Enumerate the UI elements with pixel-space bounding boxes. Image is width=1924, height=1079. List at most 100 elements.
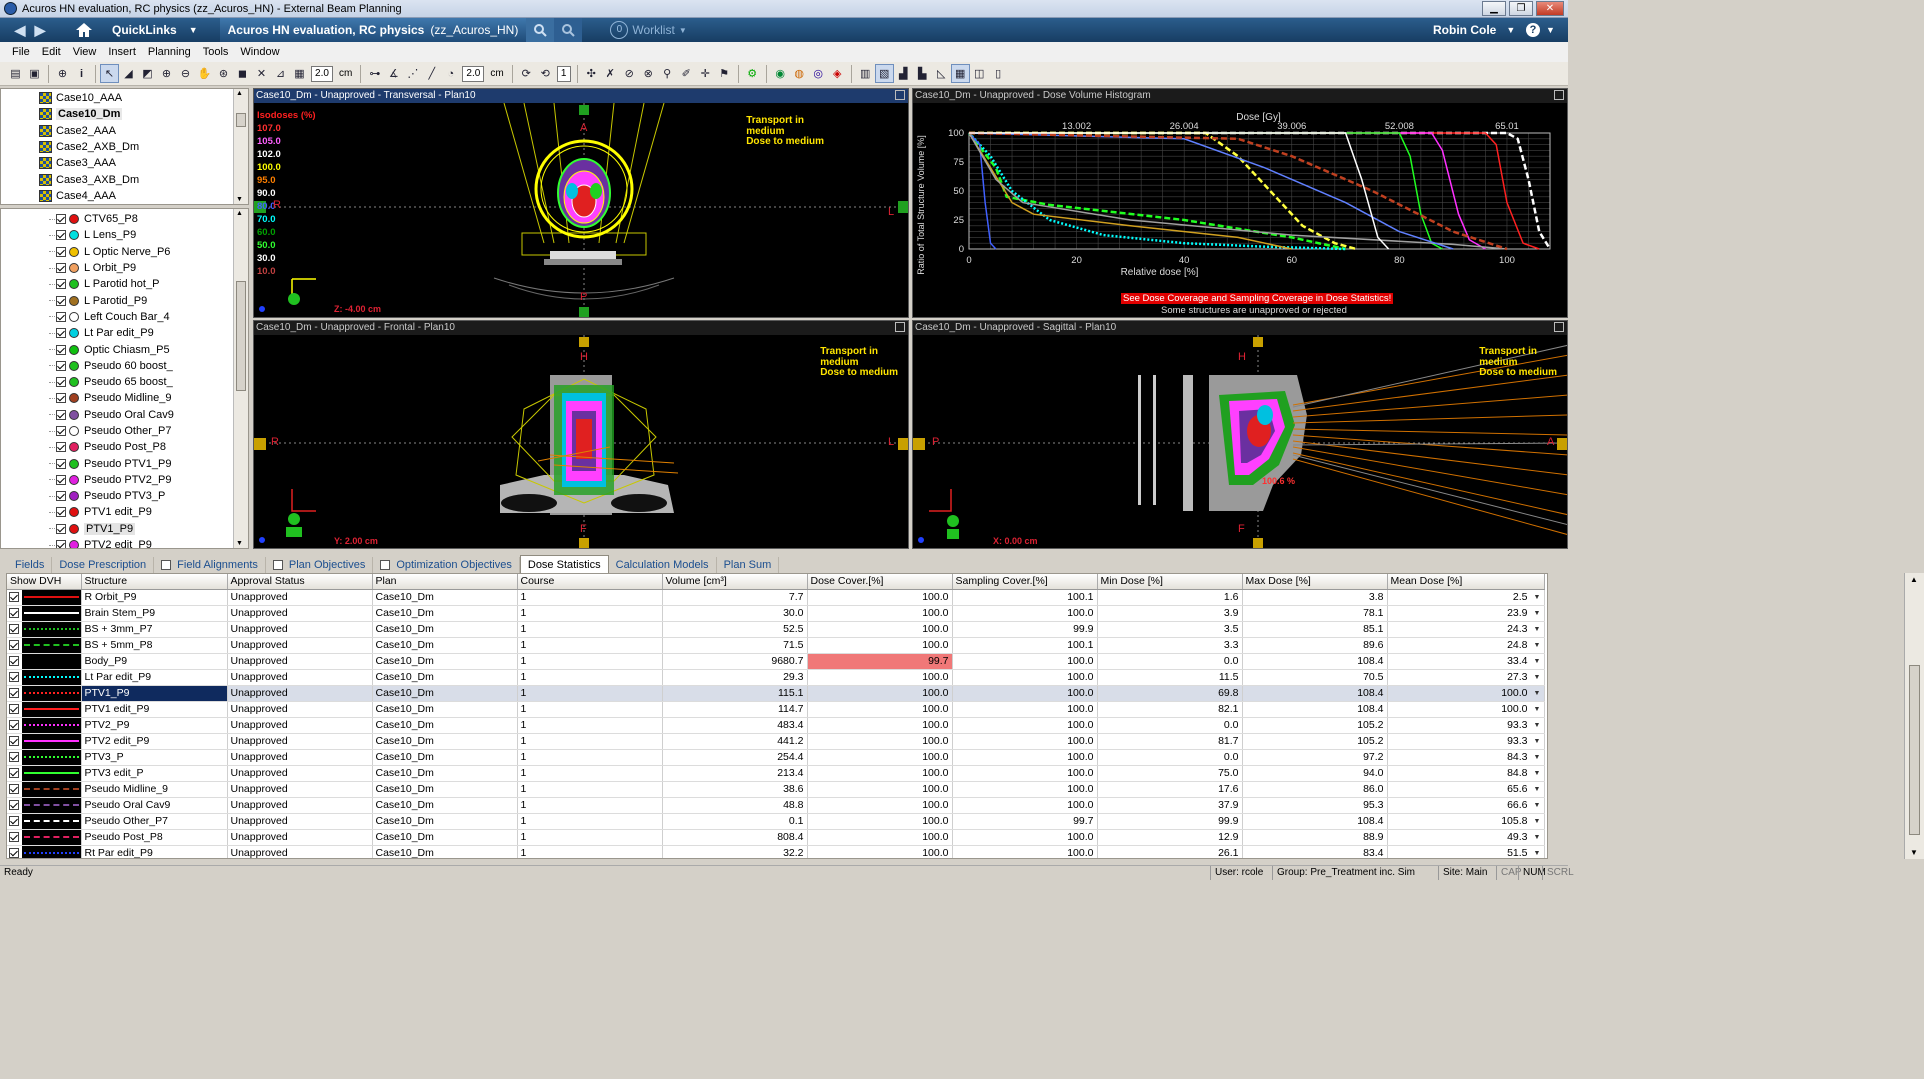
structure-item[interactable]: Pseudo 60 boost_	[1, 358, 248, 374]
chevron-down-icon[interactable]: ▼	[1532, 608, 1543, 619]
viewport-dvh[interactable]: Case10_Dm - Unapproved - Dose Volume His…	[912, 88, 1568, 318]
scroll-thumb[interactable]	[236, 281, 246, 391]
scroll-down-icon[interactable]: ▼	[1910, 848, 1918, 857]
chevron-down-icon[interactable]: ▼	[1532, 688, 1543, 699]
chevron-down-icon[interactable]: ▼	[1532, 736, 1543, 747]
minimize-button[interactable]: ▁	[1482, 1, 1506, 16]
case-item[interactable]: Case2_AXB_Dm	[1, 139, 248, 155]
table-row[interactable]: Pseudo Post_P8 Unapproved Case10_Dm 1 808.4 1…	[7, 829, 1545, 846]
viewport-sagittal[interactable]: Case10_Dm - Unapproved - Sagittal - Plan…	[912, 320, 1568, 549]
structure-item[interactable]: Lt Par edit_P9	[1, 325, 248, 341]
isocenter-icon[interactable]: ✣	[582, 64, 601, 83]
show-dvh-checkbox[interactable]	[9, 768, 19, 778]
profile-icon[interactable]: ◺	[932, 64, 951, 83]
table-row[interactable]: PTV2 edit_P9 Unapproved Case10_Dm 1 441.2 100…	[7, 733, 1545, 750]
structure-visible-checkbox[interactable]	[56, 214, 66, 225]
table-row[interactable]: Body_P9 Unapproved Case10_Dm 1 9680.7 99.7 100…	[7, 653, 1545, 670]
table-row[interactable]: PTV1_P9 Unapproved Case10_Dm 1 115.1 100.0 100…	[7, 685, 1545, 702]
close-button[interactable]: ✕	[1536, 1, 1564, 16]
circle-tool-icon[interactable]: ◔	[441, 64, 460, 83]
show-dvh-checkbox[interactable]	[9, 624, 19, 634]
table-row[interactable]: Rt Par edit_P9 Unapproved Case10_Dm 1 32.2 10…	[7, 845, 1545, 858]
zoom-in-icon[interactable]: ⊕	[157, 64, 176, 83]
pointer-icon[interactable]: ↖	[100, 64, 119, 83]
column-header[interactable]: Approval Status	[227, 574, 373, 590]
structure-visible-checkbox[interactable]	[56, 344, 66, 355]
chevron-down-icon[interactable]: ▼	[1532, 768, 1543, 779]
structure-item[interactable]: CTV65_P8	[1, 211, 248, 227]
table-row[interactable]: PTV3 edit_P Unapproved Case10_Dm 1 213.4 100.…	[7, 765, 1545, 782]
structure-visible-checkbox[interactable]	[56, 279, 66, 290]
maximize-icon[interactable]	[895, 90, 905, 100]
line-icon[interactable]: ⋰	[403, 64, 422, 83]
chevron-down-icon[interactable]: ▼	[1532, 640, 1543, 651]
structure-tree-scrollbar[interactable]: ▲ ▼	[233, 209, 248, 548]
tab-field-alignments[interactable]: Field Alignments	[154, 557, 266, 573]
open-icon[interactable]: ▤	[6, 64, 25, 83]
structure-item[interactable]: PTV1_P9	[1, 521, 248, 537]
table-row[interactable]: R Orbit_P9 Unapproved Case10_Dm 1 7.7 100.0 10…	[7, 589, 1545, 606]
column-header[interactable]: Show DVH	[7, 574, 82, 590]
quicklinks-menu[interactable]: QuickLinks ▼	[112, 23, 198, 37]
tab-plan-sum[interactable]: Plan Sum	[717, 557, 780, 573]
structure-visible-checkbox[interactable]	[56, 295, 66, 306]
structure-item[interactable]: Pseudo Other_P7	[1, 423, 248, 439]
show-dvh-checkbox[interactable]	[9, 704, 19, 714]
scroll-up-icon[interactable]: ▲	[1910, 575, 1918, 584]
show-dvh-checkbox[interactable]	[9, 832, 19, 842]
case-item[interactable]: Case10_AAA	[1, 90, 248, 106]
show-dvh-checkbox[interactable]	[9, 784, 19, 794]
layout-4-icon[interactable]: ▦	[950, 64, 970, 83]
circle-size-input[interactable]: 2.0	[462, 65, 485, 82]
show-dvh-checkbox[interactable]	[9, 816, 19, 826]
structure-item[interactable]: Left Couch Bar_4	[1, 309, 248, 325]
case-item[interactable]: Case10_Dm	[1, 106, 248, 122]
structure-item[interactable]: Pseudo Post_P8	[1, 439, 248, 455]
case-item[interactable]: Case3_AXB_Dm	[1, 171, 248, 187]
layout-5-icon[interactable]: ◫	[970, 64, 989, 83]
structure-item[interactable]: PTV1 edit_P9	[1, 504, 248, 520]
column-header[interactable]: Mean Dose [%]	[1387, 574, 1545, 590]
case-item[interactable]: Case4_AAA	[1, 188, 248, 204]
show-dvh-checkbox[interactable]	[9, 752, 19, 762]
user-menu[interactable]: Robin Cole ▼	[1433, 23, 1515, 37]
table-row[interactable]: BS + 3mm_P7 Unapproved Case10_Dm 1 52.5 100.0…	[7, 621, 1545, 638]
view-target-icon[interactable]: ◈	[828, 64, 847, 83]
tab-plan-objectives[interactable]: Plan Objectives	[266, 557, 374, 573]
structure-item[interactable]: L Optic Nerve_P6	[1, 244, 248, 260]
chevron-down-icon[interactable]: ▼	[1532, 592, 1543, 603]
frame-number-input[interactable]: 1	[556, 65, 571, 82]
maximize-icon[interactable]	[895, 322, 905, 332]
case-item[interactable]: Case3_AAA	[1, 155, 248, 171]
column-header[interactable]: Plan	[372, 574, 518, 590]
show-dvh-checkbox[interactable]	[9, 608, 19, 618]
show-dvh-checkbox[interactable]	[9, 672, 19, 682]
layout-1-icon[interactable]: ▥	[856, 64, 875, 83]
tab-optimization-objectives[interactable]: Optimization Objectives	[373, 557, 520, 573]
menu-insert[interactable]: Insert	[102, 46, 142, 58]
crosshair-icon[interactable]: ✕	[252, 64, 271, 83]
structure-visible-checkbox[interactable]	[56, 458, 66, 469]
column-header[interactable]: Structure	[81, 574, 228, 590]
structure-item[interactable]: Optic Chiasm_P5	[1, 341, 248, 357]
table-row[interactable]: Lt Par edit_P9 Unapproved Case10_Dm 1 29.3 10…	[7, 669, 1545, 686]
structure-item[interactable]: Pseudo Oral Cav9	[1, 407, 248, 423]
structure-visible-checkbox[interactable]	[56, 474, 66, 485]
menu-tools[interactable]: Tools	[197, 46, 235, 58]
view-model-icon[interactable]: ◎	[809, 64, 828, 83]
layout-2-icon[interactable]: ▧	[874, 64, 894, 83]
show-dvh-checkbox[interactable]	[9, 720, 19, 730]
structure-visible-checkbox[interactable]	[56, 426, 66, 436]
structure-item[interactable]: PTV2 edit_P9	[1, 537, 248, 548]
structure-visible-checkbox[interactable]	[56, 263, 66, 274]
measure-icon[interactable]: ⊶	[365, 64, 384, 83]
show-dvh-checkbox[interactable]	[9, 688, 19, 698]
rotate-icon[interactable]: ⊛	[214, 64, 233, 83]
structure-item[interactable]: L Lens_P9	[1, 227, 248, 243]
info-icon[interactable]: i	[72, 64, 91, 83]
forward-arrow-icon[interactable]: ▶	[30, 22, 50, 39]
structure-visible-checkbox[interactable]	[56, 328, 66, 339]
structure-item[interactable]: Pseudo PTV1_P9	[1, 455, 248, 471]
structure-item[interactable]: Pseudo PTV2_P9	[1, 472, 248, 488]
structure-item[interactable]: Pseudo 65 boost_	[1, 374, 248, 390]
